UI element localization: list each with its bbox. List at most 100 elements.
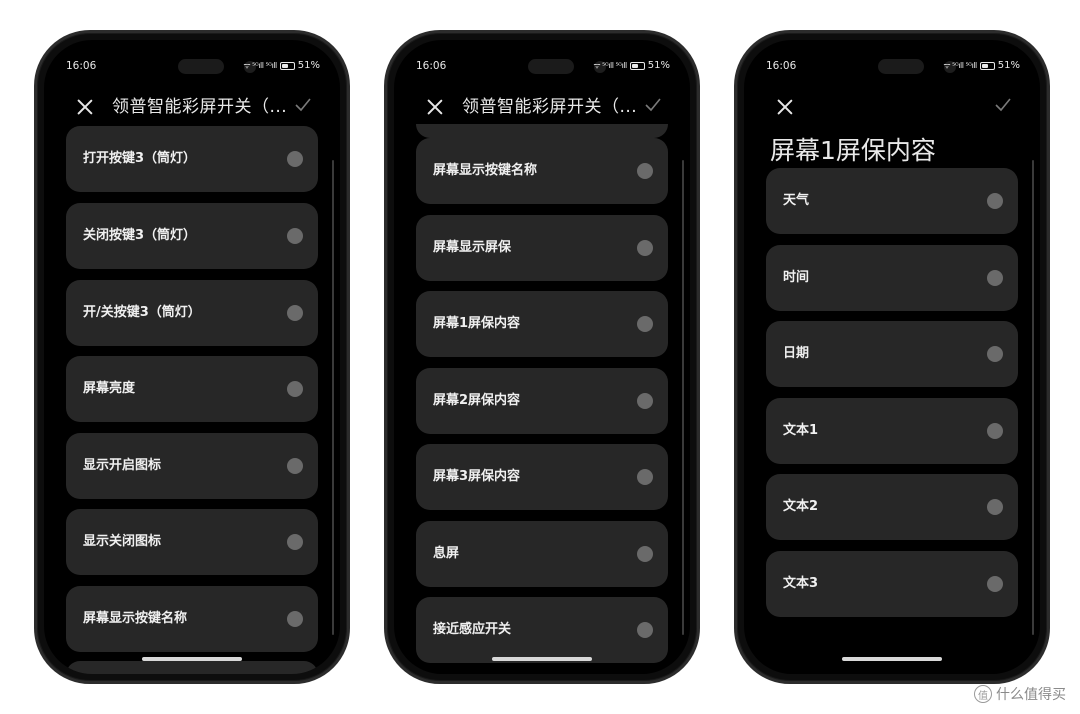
status-bar: 16:06 ᯤ ⁵ᴳıll ⁵ᴳıll 51% bbox=[416, 59, 670, 76]
list-item[interactable]: 文本1 bbox=[766, 398, 1018, 464]
radio-button[interactable] bbox=[987, 576, 1003, 592]
radio-button[interactable] bbox=[287, 611, 303, 627]
list-item-partial bbox=[66, 661, 318, 674]
close-icon[interactable] bbox=[74, 96, 96, 118]
list-item-label: 显示关闭图标 bbox=[83, 534, 162, 549]
list-item-label: 屏幕显示按键名称 bbox=[433, 163, 538, 178]
radio-button[interactable] bbox=[287, 228, 303, 244]
status-bar: 16:06 ᯤ ⁵ᴳıll ⁵ᴳıll 51% bbox=[66, 59, 320, 76]
watermark-text: 什么值得买 bbox=[996, 687, 1066, 703]
list-item-label: 日期 bbox=[783, 346, 810, 361]
list-item[interactable]: 打开按键3（筒灯） bbox=[66, 126, 318, 192]
page-title: 领普智能彩屏开关（... bbox=[462, 97, 638, 117]
list-item[interactable]: 息屏 bbox=[416, 521, 668, 587]
battery-icon bbox=[629, 61, 645, 70]
dynamic-island bbox=[178, 59, 224, 74]
radio-button[interactable] bbox=[637, 393, 653, 409]
list-item-label: 屏幕显示按键名称 bbox=[83, 611, 188, 626]
list-item[interactable]: 天气 bbox=[766, 168, 1018, 234]
list-item[interactable]: 屏幕亮度 bbox=[66, 356, 318, 422]
radio-button[interactable] bbox=[987, 346, 1003, 362]
phone-screen-2: 16:06 ᯤ ⁵ᴳıll ⁵ᴳıll 51% 领普智能彩屏开关（... 屏幕显… bbox=[394, 40, 690, 674]
home-indicator[interactable] bbox=[492, 657, 592, 661]
list-item[interactable]: 开/关按键3（筒灯） bbox=[66, 280, 318, 346]
radio-button[interactable] bbox=[637, 240, 653, 256]
list-item[interactable]: 接近感应开关 bbox=[416, 597, 668, 663]
dynamic-island bbox=[528, 59, 574, 74]
list-item-label: 时间 bbox=[783, 270, 810, 285]
phone-frame-1: 16:06 ᯤ ⁵ᴳıll ⁵ᴳıll 51% 领普智能彩屏开关（... 打开按… bbox=[34, 30, 350, 684]
battery-icon bbox=[979, 61, 995, 70]
signal-icon: ᯤ ⁵ᴳıll ⁵ᴳıll bbox=[243, 61, 277, 70]
radio-button[interactable] bbox=[287, 534, 303, 550]
list-item-label: 接近感应开关 bbox=[433, 622, 512, 637]
home-indicator[interactable] bbox=[142, 657, 242, 661]
check-icon[interactable] bbox=[644, 96, 662, 118]
home-indicator[interactable] bbox=[842, 657, 942, 661]
list-item[interactable]: 时间 bbox=[766, 245, 1018, 311]
smzdm-logo-icon: 值 bbox=[974, 685, 992, 703]
radio-button[interactable] bbox=[987, 423, 1003, 439]
list-item[interactable]: 显示开启图标 bbox=[66, 433, 318, 499]
radio-button[interactable] bbox=[637, 316, 653, 332]
list-item[interactable]: 屏幕1屏保内容 bbox=[416, 291, 668, 357]
scrollbar[interactable] bbox=[1032, 160, 1034, 635]
list-item[interactable]: 显示关闭图标 bbox=[66, 509, 318, 575]
radio-button[interactable] bbox=[287, 151, 303, 167]
app-header bbox=[764, 94, 1020, 124]
list-item[interactable]: 日期 bbox=[766, 321, 1018, 387]
list-item-label: 屏幕2屏保内容 bbox=[433, 393, 521, 408]
radio-button[interactable] bbox=[987, 193, 1003, 209]
list-item-label: 屏幕3屏保内容 bbox=[433, 469, 521, 484]
list-item[interactable]: 文本3 bbox=[766, 551, 1018, 617]
status-time: 16:06 bbox=[766, 60, 797, 72]
check-icon[interactable] bbox=[294, 96, 312, 118]
check-icon[interactable] bbox=[994, 96, 1012, 118]
radio-button[interactable] bbox=[637, 622, 653, 638]
list-item-label: 关闭按键3（筒灯） bbox=[83, 228, 197, 243]
list-item[interactable]: 关闭按键3（筒灯） bbox=[66, 203, 318, 269]
radio-button[interactable] bbox=[987, 270, 1003, 286]
signal-icon: ᯤ ⁵ᴳıll ⁵ᴳıll bbox=[593, 61, 627, 70]
radio-button[interactable] bbox=[637, 469, 653, 485]
list-item-label: 屏幕1屏保内容 bbox=[433, 316, 521, 331]
status-bar: 16:06 ᯤ ⁵ᴳıll ⁵ᴳıll 51% bbox=[766, 59, 1020, 76]
list-item[interactable]: 屏幕3屏保内容 bbox=[416, 444, 668, 510]
list-item[interactable]: 屏幕显示按键名称 bbox=[66, 586, 318, 652]
watermark: 值 什么值得买 bbox=[974, 684, 1066, 704]
dynamic-island bbox=[878, 59, 924, 74]
status-time: 16:06 bbox=[416, 60, 447, 72]
battery-percent: 51% bbox=[997, 60, 1020, 71]
phone-frame-2: 16:06 ᯤ ⁵ᴳıll ⁵ᴳıll 51% 领普智能彩屏开关（... 屏幕显… bbox=[384, 30, 700, 684]
radio-button[interactable] bbox=[287, 381, 303, 397]
list-item-label: 屏幕亮度 bbox=[83, 381, 136, 396]
close-icon[interactable] bbox=[424, 96, 446, 118]
app-header: 领普智能彩屏开关（... bbox=[64, 94, 320, 124]
scrollbar[interactable] bbox=[332, 160, 334, 635]
list-item[interactable]: 屏幕显示按键名称 bbox=[416, 138, 668, 204]
list-item[interactable]: 文本2 bbox=[766, 474, 1018, 540]
phone-screen-3: 16:06 ᯤ ⁵ᴳıll ⁵ᴳıll 51% 屏幕1屏保内容 天气 时间 日期… bbox=[744, 40, 1040, 674]
radio-button[interactable] bbox=[287, 305, 303, 321]
list-item-label: 开/关按键3（筒灯） bbox=[83, 305, 201, 320]
radio-button[interactable] bbox=[637, 163, 653, 179]
page-title: 屏幕1屏保内容 bbox=[770, 136, 936, 165]
list-item-label: 息屏 bbox=[433, 546, 460, 561]
close-icon[interactable] bbox=[774, 96, 796, 118]
list-item-label: 打开按键3（筒灯） bbox=[83, 151, 197, 166]
page-title: 领普智能彩屏开关（... bbox=[112, 97, 288, 117]
list-item-label: 天气 bbox=[783, 193, 810, 208]
phone-screen-1: 16:06 ᯤ ⁵ᴳıll ⁵ᴳıll 51% 领普智能彩屏开关（... 打开按… bbox=[44, 40, 340, 674]
list-item[interactable]: 屏幕显示屏保 bbox=[416, 215, 668, 281]
list-item[interactable]: 屏幕2屏保内容 bbox=[416, 368, 668, 434]
list-item-label: 文本3 bbox=[783, 576, 819, 591]
list-item-label: 显示开启图标 bbox=[83, 458, 162, 473]
scrollbar[interactable] bbox=[682, 160, 684, 635]
radio-button[interactable] bbox=[637, 546, 653, 562]
radio-button[interactable] bbox=[987, 499, 1003, 515]
battery-percent: 51% bbox=[647, 60, 670, 71]
list-item-partial bbox=[416, 124, 668, 138]
radio-button[interactable] bbox=[287, 458, 303, 474]
battery-icon bbox=[279, 61, 295, 70]
signal-icon: ᯤ ⁵ᴳıll ⁵ᴳıll bbox=[943, 61, 977, 70]
